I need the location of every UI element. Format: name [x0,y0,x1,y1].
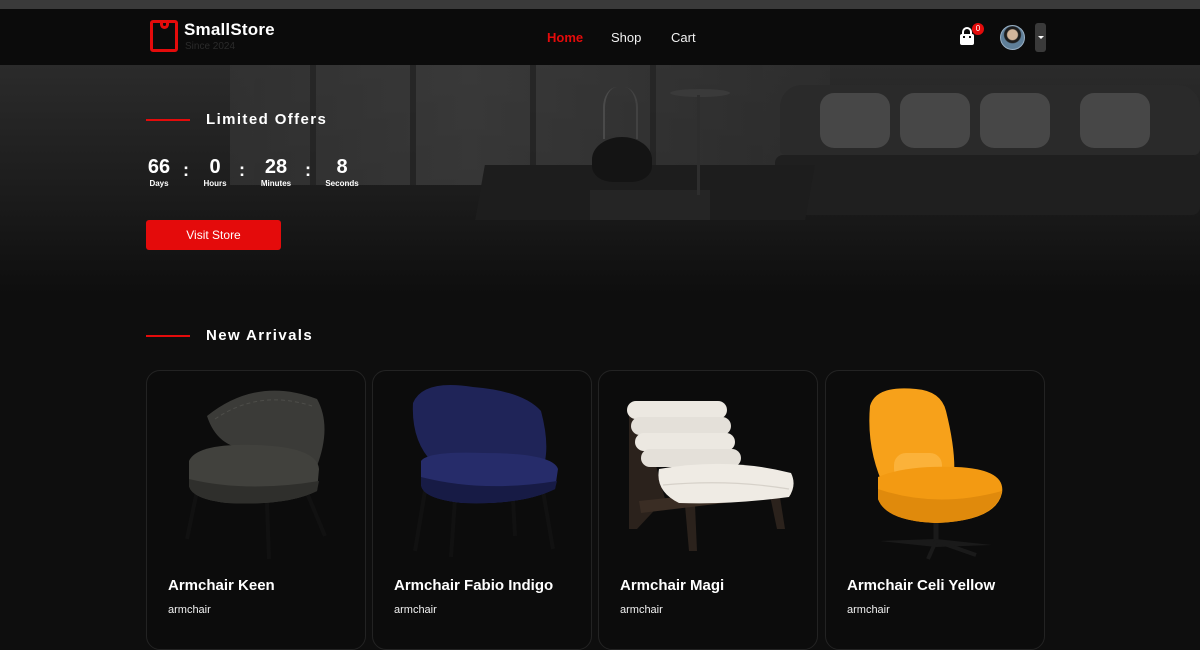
nav-link-cart[interactable]: Cart [671,30,696,45]
caret-down-icon [1038,36,1044,39]
product-card[interactable]: Armchair Magi armchair [598,370,818,650]
user-avatar[interactable] [1000,25,1025,50]
countdown-seconds: 8 [336,156,348,178]
countdown-hours: 0 [209,156,221,178]
nav-link-shop[interactable]: Shop [611,30,641,45]
limited-offers-title: Limited Offers [206,111,328,128]
product-card[interactable]: Armchair Celi Yellow armchair [825,370,1045,650]
countdown-seconds-label: Seconds [325,179,359,188]
browser-top-strip [0,0,1200,9]
product-card[interactable]: Armchair Keen armchair [146,370,366,650]
countdown-separator: : [183,160,189,180]
product-image-armchair-keen [185,390,327,560]
brand-tagline: Since 2024 [185,41,236,52]
new-arrivals-title: New Arrivals [206,327,314,344]
countdown-minutes-label: Minutes [260,179,292,188]
countdown-minutes: 28 [264,156,288,178]
product-card[interactable]: Armchair Fabio Indigo armchair [372,370,592,650]
user-menu-dropdown-button[interactable] [1035,23,1046,52]
countdown-separator: : [239,160,245,180]
section-accent-line [146,335,190,337]
navbar: SmallStore Since 2024 Home Shop Cart 0 [0,9,1200,65]
brand-name[interactable]: SmallStore [184,20,275,40]
countdown-days-label: Days [149,179,169,188]
hero-background-image [0,65,1200,295]
section-accent-line [146,119,190,121]
product-image-armchair-fabio-indigo [412,385,558,558]
product-name[interactable]: Armchair Keen [168,577,275,594]
visit-store-button[interactable]: Visit Store [146,220,281,250]
countdown-separator: : [305,160,311,180]
product-category: armchair [394,604,437,616]
product-name[interactable]: Armchair Fabio Indigo [394,577,553,594]
product-category: armchair [847,604,890,616]
countdown-days: 66 [147,156,171,178]
countdown-hours-label: Hours [203,179,227,188]
nav-link-home[interactable]: Home [547,30,583,45]
product-name[interactable]: Armchair Celi Yellow [847,577,995,594]
product-image-armchair-magi [627,401,794,551]
shopping-bag-logo-icon[interactable] [150,20,178,52]
cart-count-badge: 0 [972,23,984,35]
product-image-armchair-celi-yellow [869,388,1003,560]
product-category: armchair [168,604,211,616]
product-name[interactable]: Armchair Magi [620,577,724,594]
product-category: armchair [620,604,663,616]
